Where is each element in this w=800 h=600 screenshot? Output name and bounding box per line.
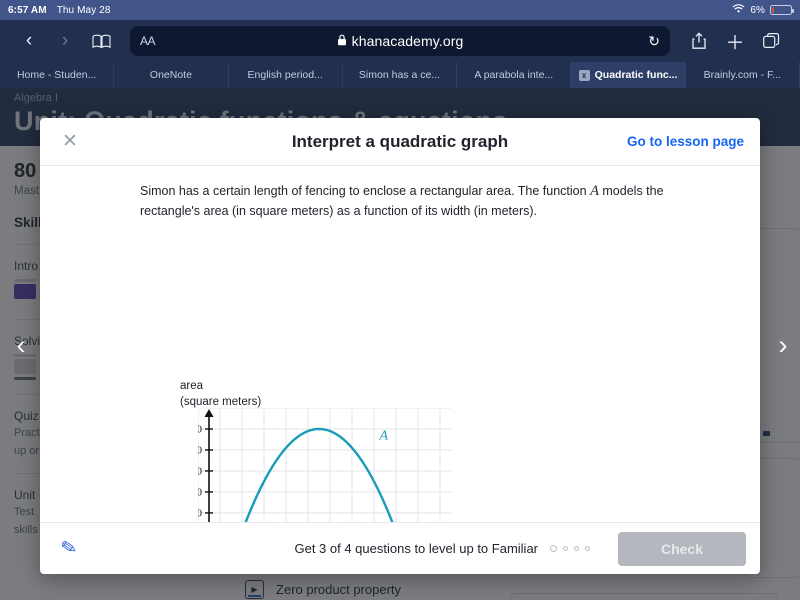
lock-icon	[337, 33, 347, 49]
level-up-text: Get 3 of 4 questions to level up to Fami…	[294, 541, 538, 556]
tab-label: Simon has a ce...	[358, 69, 441, 81]
tab-4[interactable]: A parabola inte...	[457, 62, 572, 88]
forward-button[interactable]: ›	[48, 24, 82, 58]
carousel-next-icon[interactable]: ›	[770, 332, 796, 359]
y-tick-label: 70	[198, 488, 202, 499]
status-right-cluster: 6%	[732, 3, 794, 17]
wifi-icon	[732, 3, 745, 17]
tab-label: OneNote	[149, 69, 192, 81]
battery-percent: 6%	[750, 4, 765, 16]
bookmarks-icon[interactable]	[84, 24, 118, 58]
plot-background	[198, 408, 451, 522]
tab-label: Quadratic func...	[594, 69, 678, 81]
y-tick-label: 90	[198, 446, 202, 457]
battery-icon	[770, 5, 794, 15]
status-date: Thu May 28	[56, 4, 111, 16]
check-button[interactable]: Check	[618, 531, 746, 566]
problem-prompt: Simon has a certain length of fencing to…	[140, 180, 700, 222]
y-axis-label-line1: area	[180, 380, 204, 392]
y-tick-label: 60	[198, 509, 202, 520]
tab-favicon-icon: x	[578, 69, 590, 81]
tab-1[interactable]: OneNote	[114, 62, 229, 88]
tab-0[interactable]: Home - Studen...	[0, 62, 115, 88]
tab-6[interactable]: Brainly.com - F...	[686, 62, 800, 88]
progress-dots	[550, 545, 590, 552]
y-tick-label: 80	[198, 467, 202, 478]
tab-5-active[interactable]: x Quadratic func...	[571, 62, 686, 88]
modal-header: ✕ Interpret a quadratic graph Go to less…	[40, 118, 760, 166]
footer-progress-group: Get 3 of 4 questions to level up to Fami…	[294, 531, 746, 566]
exercise-modal: ✕ Interpret a quadratic graph Go to less…	[40, 118, 760, 574]
tab-label: English period...	[247, 69, 323, 81]
tab-label: A parabola inte...	[474, 69, 554, 81]
pencil-icon[interactable]: ✎	[52, 534, 86, 563]
tab-strip: Home - Studen... OneNote English period.…	[0, 62, 800, 88]
go-to-lesson-page-link[interactable]: Go to lesson page	[627, 134, 744, 149]
progress-dot	[550, 545, 557, 552]
function-label: A	[379, 428, 389, 443]
tab-label: Home - Studen...	[16, 69, 97, 81]
modal-body: Simon has a certain length of fencing to…	[40, 166, 760, 522]
status-time: 6:57 AM	[8, 4, 47, 16]
tab-label: Brainly.com - F...	[703, 69, 782, 81]
modal-footer: ✎ Get 3 of 4 questions to level up to Fa…	[40, 522, 760, 574]
address-bar[interactable]: AA khanacademy.org ↻	[130, 26, 670, 56]
new-tab-button[interactable]: ＋	[718, 24, 752, 58]
tab-2[interactable]: English period...	[229, 62, 343, 88]
tab-3[interactable]: Simon has a ce...	[343, 62, 458, 88]
address-bar-text: khanacademy.org	[130, 33, 670, 49]
close-icon[interactable]: ✕	[50, 122, 90, 162]
screen: 6:57 AM Thu May 28 6% ‹ › AA khanacademy…	[0, 0, 800, 600]
progress-dot	[563, 546, 568, 551]
ios-status-bar: 6:57 AM Thu May 28 6%	[0, 0, 800, 20]
back-button[interactable]: ‹	[12, 24, 46, 58]
reload-icon[interactable]: ↻	[648, 33, 660, 50]
prompt-variable: A	[590, 183, 599, 199]
tabs-overview-button[interactable]	[754, 24, 788, 58]
y-tick-label: 100	[198, 425, 202, 436]
y-axis-label: area (square meters)	[180, 378, 261, 411]
carousel-prev-icon[interactable]: ‹	[8, 332, 34, 359]
safari-toolbar: ‹ › AA khanacademy.org ↻ ＋	[0, 20, 800, 62]
prompt-text-1: Simon has a certain length of fencing to…	[140, 184, 591, 198]
url-text: khanacademy.org	[351, 33, 464, 49]
share-icon[interactable]	[682, 24, 716, 58]
progress-dot	[574, 546, 579, 551]
graph-svg: 2468101214161820102030405060708090100A	[186, 407, 451, 522]
quadratic-graph: 2468101214161820102030405060708090100A	[186, 407, 451, 522]
progress-dot	[585, 546, 590, 551]
